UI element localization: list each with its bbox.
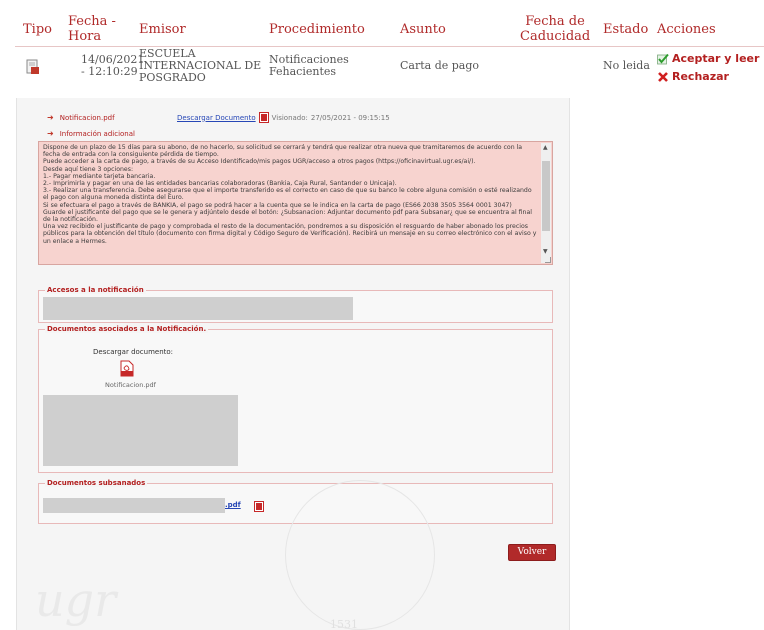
- documentos-legend: Documentos asociados a la Notificación.: [45, 325, 209, 333]
- scroll-down-icon[interactable]: ▼: [543, 248, 548, 255]
- row-hora: - 12:10:29: [81, 65, 138, 78]
- redacted-block: [43, 498, 225, 513]
- pdf-file-icon[interactable]: [120, 360, 134, 377]
- table-header: Tipo Fecha - Hora Emisor Procedimiento A…: [15, 10, 764, 47]
- header-tipo: Tipo: [23, 22, 52, 37]
- scroll-up-icon[interactable]: ▲: [543, 144, 548, 151]
- header-emisor: Emisor: [139, 22, 186, 37]
- header-asunto: Asunto: [400, 22, 446, 37]
- document-type-icon: [26, 59, 39, 74]
- accept-and-read-button[interactable]: Aceptar y leer: [657, 52, 759, 65]
- table-row: 14/06/2021 - 12:10:29 ESCUELA INTERNACIO…: [15, 48, 764, 90]
- info-paragraph: Guarde el justificante del pago que se l…: [43, 208, 532, 224]
- info-paragraph: Desde aquí tiene 3 opciones:: [43, 165, 134, 173]
- info-paragraph: Una vez recibido el justificante de pago…: [43, 223, 537, 245]
- redacted-block: [43, 395, 238, 466]
- row-emisor-line3: POSGRADO: [139, 71, 206, 84]
- arrow-right-icon: ➜: [47, 113, 54, 122]
- pdf-filename[interactable]: Notificacion.pdf: [105, 381, 156, 389]
- header-acciones: Acciones: [657, 22, 716, 37]
- scroll-thumb[interactable]: [542, 161, 550, 231]
- header-fecha-hora: Fecha - Hora: [68, 14, 116, 44]
- download-document-link[interactable]: Descargar Documento: [177, 114, 256, 122]
- info-row: ➜ Información adicional: [47, 129, 135, 138]
- subsanado-file-link[interactable]: .pdf: [225, 501, 241, 509]
- reject-x-icon: [658, 71, 668, 82]
- row-estado: No leida: [603, 59, 650, 72]
- textarea-scrollbar[interactable]: ▲ ▼: [541, 143, 551, 263]
- info-paragraph: Puede acceder a la carta de pago, a trav…: [43, 158, 476, 166]
- info-paragraph: Si se efectuara el pago a través de BANK…: [43, 201, 512, 209]
- notifications-table: Tipo Fecha - Hora Emisor Procedimiento A…: [15, 0, 764, 90]
- university-seal-watermark: [285, 480, 435, 630]
- header-procedimiento: Procedimiento: [269, 22, 365, 37]
- reject-label: Rechazar: [672, 70, 729, 83]
- row-procedimiento-line2: Fehacientes: [269, 65, 337, 78]
- file-link[interactable]: Notificacion.pdf: [60, 114, 115, 122]
- pdf-icon: [254, 501, 264, 512]
- pdf-icon: [258, 112, 269, 123]
- file-row: ➜ Notificacion.pdf: [47, 113, 115, 122]
- header-estado: Estado: [603, 22, 649, 37]
- arrow-right-icon: ➜: [47, 129, 54, 138]
- row-asunto: Carta de pago: [400, 59, 480, 72]
- download-row: Descargar Documento Visionado: 27/05/202…: [177, 112, 390, 123]
- info-paragraph: 1.- Pagar mediante tarjeta bancaria.: [43, 172, 156, 180]
- accesos-legend: Accesos a la notificación: [45, 286, 146, 294]
- accept-label: Aceptar y leer: [672, 52, 760, 65]
- ugr-watermark: ugr: [35, 573, 117, 627]
- subsanados-legend: Documentos subsanados: [45, 479, 148, 487]
- documentos-fieldset: Documentos asociados a la Notificación. …: [38, 325, 553, 473]
- additional-info-textarea[interactable]: Dispone de un plazo de 15 días para su a…: [38, 141, 553, 265]
- header-fecha-caducidad: Fecha de Caducidad: [520, 14, 591, 44]
- info-paragraph: Dispone de un plazo de 15 días para su a…: [43, 144, 523, 159]
- accesos-fieldset: Accesos a la notificación: [38, 286, 553, 323]
- info-paragraph: 3.- Realizar una transferencia. Debe ase…: [43, 187, 532, 202]
- checkmark-icon: [657, 53, 669, 64]
- download-document-label: Descargar documento:: [93, 348, 174, 356]
- reject-button[interactable]: Rechazar: [657, 70, 729, 83]
- viewed-value: 27/05/2021 - 09:15:15: [310, 113, 390, 122]
- seal-year: 1531: [330, 618, 358, 630]
- volver-button[interactable]: Volver: [508, 544, 556, 561]
- redacted-block: [43, 297, 353, 320]
- resize-grip-icon[interactable]: [545, 257, 551, 263]
- additional-info-toggle[interactable]: Información adicional: [60, 130, 135, 138]
- viewed-label: Visionado:: [271, 113, 308, 122]
